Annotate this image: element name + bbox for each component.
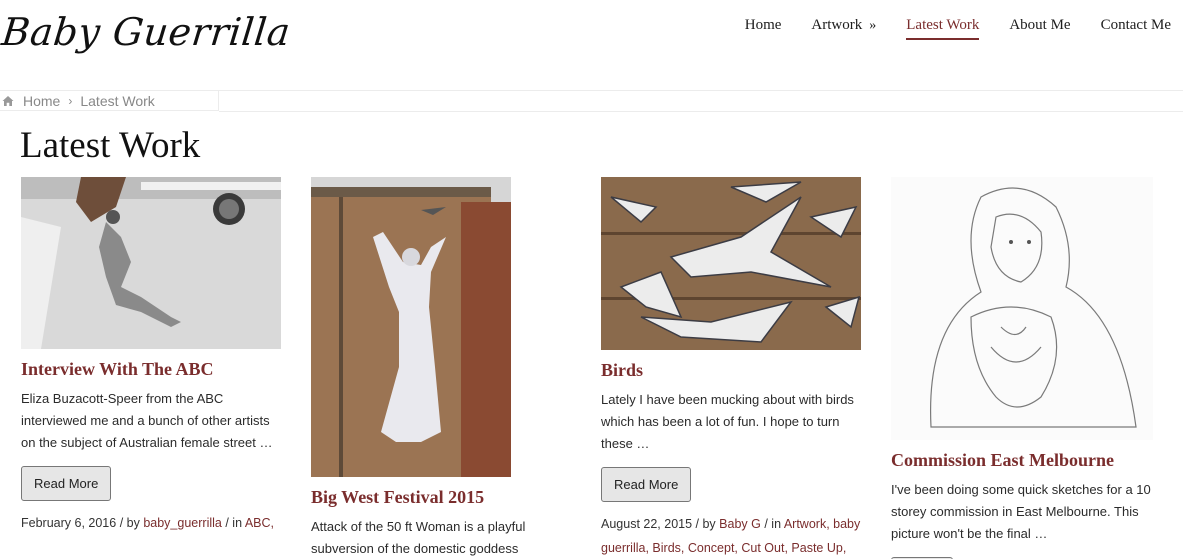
main-nav: Home Artwork » Latest Work About Me Conta… [715,17,1171,40]
post-tag-link[interactable]: Birds, [652,541,684,555]
site-header: Baby Guerrilla Home Artwork » Latest Work… [0,0,1183,91]
post-date: August 22, 2015 [601,517,693,531]
meta-by: / by [119,516,140,530]
post-author-link[interactable]: Baby G [719,517,761,531]
nav-contact-me[interactable]: Contact Me [1101,17,1171,40]
post-thumbnail[interactable] [891,177,1153,440]
post-thumbnail[interactable] [21,177,281,349]
nav-home[interactable]: Home [745,17,782,40]
post-excerpt: Lately I have been mucking about with bi… [601,392,854,451]
post-tag-link[interactable]: ABC, [245,516,274,530]
site-logo[interactable]: Baby Guerrilla [0,10,293,54]
home-icon [2,95,14,106]
post-card: Interview With The ABC Eliza Buzacott-Sp… [21,177,283,535]
post-excerpt: Eliza Buzacott-Speer from the ABC interv… [21,391,273,450]
post-title[interactable]: Interview With The ABC [21,359,283,380]
read-more-button[interactable]: Read More [21,466,112,501]
breadcrumb-home[interactable]: Home [23,93,60,109]
meta-in: / in [225,516,243,530]
post-tag-link[interactable]: Concept, [688,541,738,555]
post-card: Commission East Melbourne I've been doin… [891,177,1153,559]
nav-latest-work[interactable]: Latest Work [906,17,980,40]
breadcrumb-current: Latest Work [80,92,155,109]
post-meta: August 22, 2015 / by Baby G / in Artwork… [601,512,863,559]
post-thumbnail[interactable] [601,177,861,350]
post-thumbnail[interactable] [311,177,511,477]
meta-by: / by [695,517,716,531]
nav-artwork-label: Artwork [811,17,863,33]
post-tag-link[interactable]: Paste Up, [791,541,846,555]
post-date: February 6, 2016 [21,516,117,530]
nav-artwork[interactable]: Artwork » [811,17,876,40]
nav-about-me[interactable]: About Me [1009,17,1070,40]
meta-in: / in [764,517,782,531]
post-title[interactable]: Big West Festival 2015 [311,487,573,508]
post-card: Birds Lately I have been mucking about w… [601,177,863,559]
read-more-button[interactable]: Read More [601,467,692,502]
page-title: Latest Work [20,125,201,166]
breadcrumb-divider [219,111,1183,112]
chevron-right-icon: » [869,18,877,33]
post-excerpt: Attack of the 50 ft Woman is a playful s… [311,519,526,556]
post-author-link[interactable]: baby_guerrilla [143,516,222,530]
breadcrumb: Home › Latest Work [0,91,219,111]
post-title[interactable]: Commission East Melbourne [891,450,1153,471]
post-tag-link[interactable]: Artwork, [784,517,830,531]
post-title[interactable]: Birds [601,360,863,381]
post-tag-link[interactable]: Cut Out, [741,541,788,555]
post-card: Big West Festival 2015 Attack of the 50 … [311,177,573,559]
post-excerpt: I've been doing some quick sketches for … [891,482,1151,541]
post-meta: February 6, 2016 / by baby_guerrilla / i… [21,511,283,535]
breadcrumb-separator: › [68,93,73,108]
